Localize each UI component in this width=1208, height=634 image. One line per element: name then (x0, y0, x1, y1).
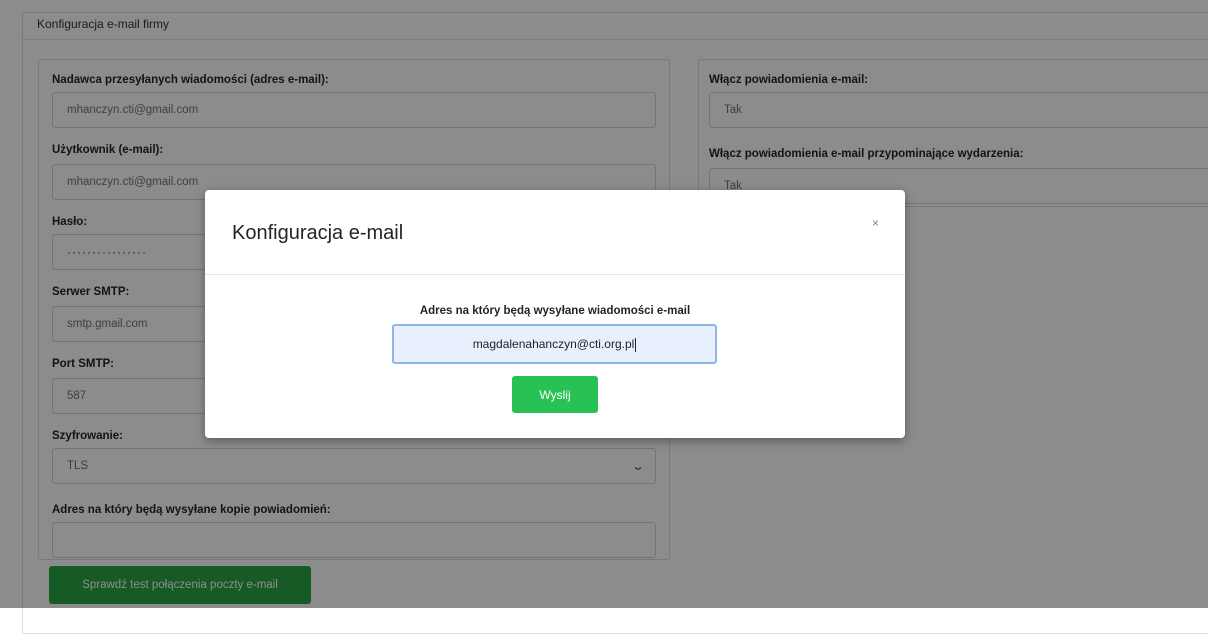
recipient-address-label: Adres na który będą wysyłane wiadomości … (419, 305, 691, 317)
close-icon[interactable]: × (872, 216, 879, 230)
send-button[interactable]: Wyslij (512, 376, 598, 413)
recipient-address-input[interactable]: magdalenahanczyn@cti.org.pl (392, 324, 717, 364)
modal-divider (205, 274, 905, 275)
recipient-address-value: magdalenahanczyn@cti.org.pl (472, 337, 635, 351)
text-cursor (635, 337, 637, 352)
modal-title: Konfiguracja e-mail (232, 222, 404, 244)
email-config-modal: Konfiguracja e-mail × Adres na który będ… (205, 190, 905, 438)
